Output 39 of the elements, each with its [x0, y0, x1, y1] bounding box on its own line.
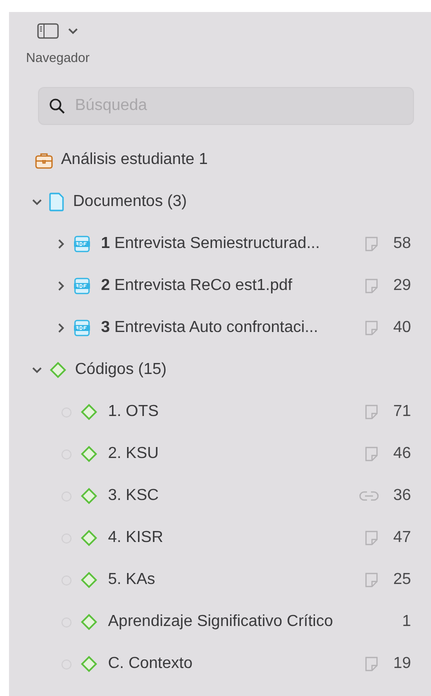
diamond-icon: [80, 571, 98, 589]
code-name[interactable]: Aprendizaje Significativo Crítico: [108, 613, 379, 631]
count-label: 29: [392, 277, 411, 295]
diamond-icon: [80, 403, 98, 421]
code-name[interactable]: 1. OTS: [108, 403, 364, 421]
document-name[interactable]: 3 Entrevista Auto confrontaci...: [101, 319, 364, 337]
document-icon: [49, 192, 65, 212]
pdf-file-icon: [73, 277, 91, 295]
briefcase-icon: [35, 152, 53, 168]
diamond-icon: [80, 487, 98, 505]
sidebar-icon: [37, 22, 59, 40]
pdf-file-icon: [73, 235, 91, 253]
group-label[interactable]: Documentos (3): [73, 193, 187, 211]
code-name[interactable]: 4. KISR: [108, 529, 364, 547]
diamond-icon: [49, 361, 67, 379]
diamond-icon: [80, 445, 98, 463]
count-label: 25: [392, 571, 411, 589]
toolbar-label: Navegador: [26, 50, 90, 65]
search-icon: [49, 98, 65, 114]
document-name[interactable]: 1 Entrevista Semiestructurad...: [101, 235, 364, 253]
count-label: 40: [392, 319, 411, 337]
diamond-icon: [80, 529, 98, 547]
count-label: 46: [392, 445, 411, 463]
code-name[interactable]: 5. KAs: [108, 571, 364, 589]
diamond-icon: [80, 655, 98, 673]
pdf-file-icon: [73, 319, 91, 337]
count-label: 47: [392, 529, 411, 547]
count-label: 19: [392, 655, 411, 673]
group-label[interactable]: Códigos (15): [75, 361, 167, 379]
code-name[interactable]: C. Contexto: [108, 655, 364, 673]
count-label: 71: [392, 403, 411, 421]
project-title[interactable]: Análisis estudiante 1: [61, 151, 208, 169]
diamond-icon: [80, 613, 98, 631]
count-label: 36: [392, 487, 411, 505]
count-label: 58: [392, 235, 411, 253]
code-name[interactable]: 3. KSC: [108, 487, 359, 505]
code-name[interactable]: 2. KSU: [108, 445, 364, 463]
document-name[interactable]: 2 Entrevista ReCo est1.pdf: [101, 277, 364, 295]
count-label: 1: [401, 613, 411, 631]
